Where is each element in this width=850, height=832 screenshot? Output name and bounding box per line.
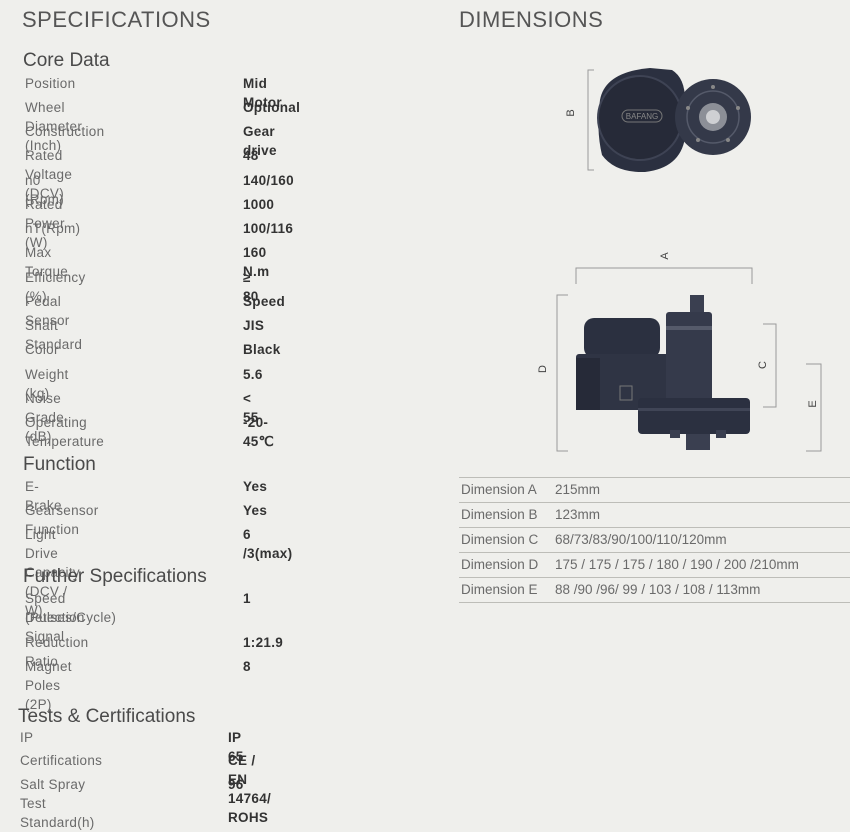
spec-value: 6 /3(max): [243, 527, 293, 561]
bolt-dot: [726, 138, 730, 142]
dimension-c-letter: C: [757, 361, 769, 369]
dimension-e-letter: E: [807, 400, 819, 407]
spec-label: nT(Rpm): [25, 221, 81, 236]
spec-label: Position: [25, 76, 76, 91]
core-data-title: Core Data: [23, 50, 110, 71]
gear-housing-stripe: [638, 408, 750, 411]
dimension-value: 68/73/83/90/100/110/120mm: [555, 532, 727, 547]
dimension-row: Dimension E 88 /90 /96/ 99 / 103 / 108 / …: [459, 577, 850, 603]
motor-side-panel: [576, 358, 600, 410]
spec-label: Salt Spray Test Standard(h): [20, 777, 95, 830]
specifications-heading: SPECIFICATIONS: [22, 7, 211, 32]
sleeve-band: [666, 326, 712, 330]
dimension-label: Dimension C: [461, 532, 539, 547]
dimension-row: Dimension B 123mm: [459, 502, 850, 527]
spec-value: 1000: [243, 197, 275, 212]
dimension-label: Dimension D: [461, 557, 539, 572]
spec-value: 48: [243, 148, 259, 163]
motor-front-view-diagram: A D C E: [537, 252, 822, 452]
spec-value: JIS: [243, 318, 265, 333]
tests-certifications-title: Tests & Certifications: [18, 706, 196, 727]
dimension-value: 88 /90 /96/ 99 / 103 / 108 / 113mm: [555, 582, 761, 597]
spec-label: Construction: [25, 124, 105, 139]
bottom-shaft: [686, 434, 710, 450]
bolt-dot: [696, 138, 700, 142]
dimension-d-bracket: [556, 294, 568, 452]
motor-side-view-diagram: B BAFANG: [565, 68, 751, 173]
spec-label: IP: [20, 730, 34, 745]
spec-value: 8: [243, 659, 251, 674]
crank-shaft-center: [706, 110, 720, 124]
spec-value: Yes: [243, 479, 268, 494]
spec-value: Speed: [243, 294, 286, 309]
dimension-row: Dimension A 215mm: [459, 477, 850, 502]
spec-value: Yes: [243, 503, 268, 518]
function-title: Function: [23, 454, 96, 475]
dimension-label: Dimension E: [461, 582, 538, 597]
right-foot: [716, 430, 726, 438]
brand-logo-text: BAFANG: [626, 112, 658, 121]
dimension-label: Dimension A: [461, 482, 537, 497]
dimensions-table: Dimension A 215mm Dimension B 123mm Dimens…: [459, 477, 850, 603]
spec-value: 100/116: [243, 221, 294, 236]
bolt-dot: [736, 106, 740, 110]
spec-label: Operating Temperature: [25, 415, 105, 449]
gear-housing: [638, 398, 750, 434]
spec-value: 5.6: [243, 367, 263, 382]
spec-value: 140/160: [243, 173, 294, 188]
spec-value: 1: [243, 591, 251, 606]
spec-value: -20-45℃: [243, 415, 275, 449]
dimension-value: 175 / 175 / 175 / 180 / 190 / 200 /210mm: [555, 557, 799, 572]
dimension-a-letter: A: [659, 252, 671, 260]
dimension-row: Dimension D 175 / 175 / 175 / 180 / 190 /…: [459, 552, 850, 577]
further-specifications-title: Further Specifications: [23, 566, 207, 587]
dimension-value: 215mm: [555, 482, 601, 497]
spec-value: Black: [243, 342, 281, 357]
spec-label: (Pulses/Cycle): [25, 610, 117, 625]
spec-value: Optional: [243, 100, 301, 115]
spec-value: 1:21.9: [243, 635, 284, 650]
left-foot: [670, 430, 680, 438]
dimension-label: Dimension B: [461, 507, 538, 522]
bolt-dot: [711, 85, 715, 89]
shaft-post: [690, 295, 704, 313]
dimension-a-bracket: [575, 267, 753, 284]
motor-cap: [584, 318, 660, 358]
dimension-b-bracket: [587, 69, 594, 171]
dimension-d-letter: D: [537, 365, 549, 373]
dimension-value: 123mm: [555, 507, 601, 522]
spec-label: Certifications: [20, 753, 103, 768]
dimensions-heading: DIMENSIONS: [459, 7, 604, 32]
spec-label: Color: [25, 342, 59, 357]
dimension-b-letter: B: [565, 109, 577, 116]
bolt-dot: [686, 106, 690, 110]
dimension-row: Dimension C 68/73/83/90/100/110/120mm: [459, 527, 850, 552]
spec-value: 96: [228, 777, 244, 792]
